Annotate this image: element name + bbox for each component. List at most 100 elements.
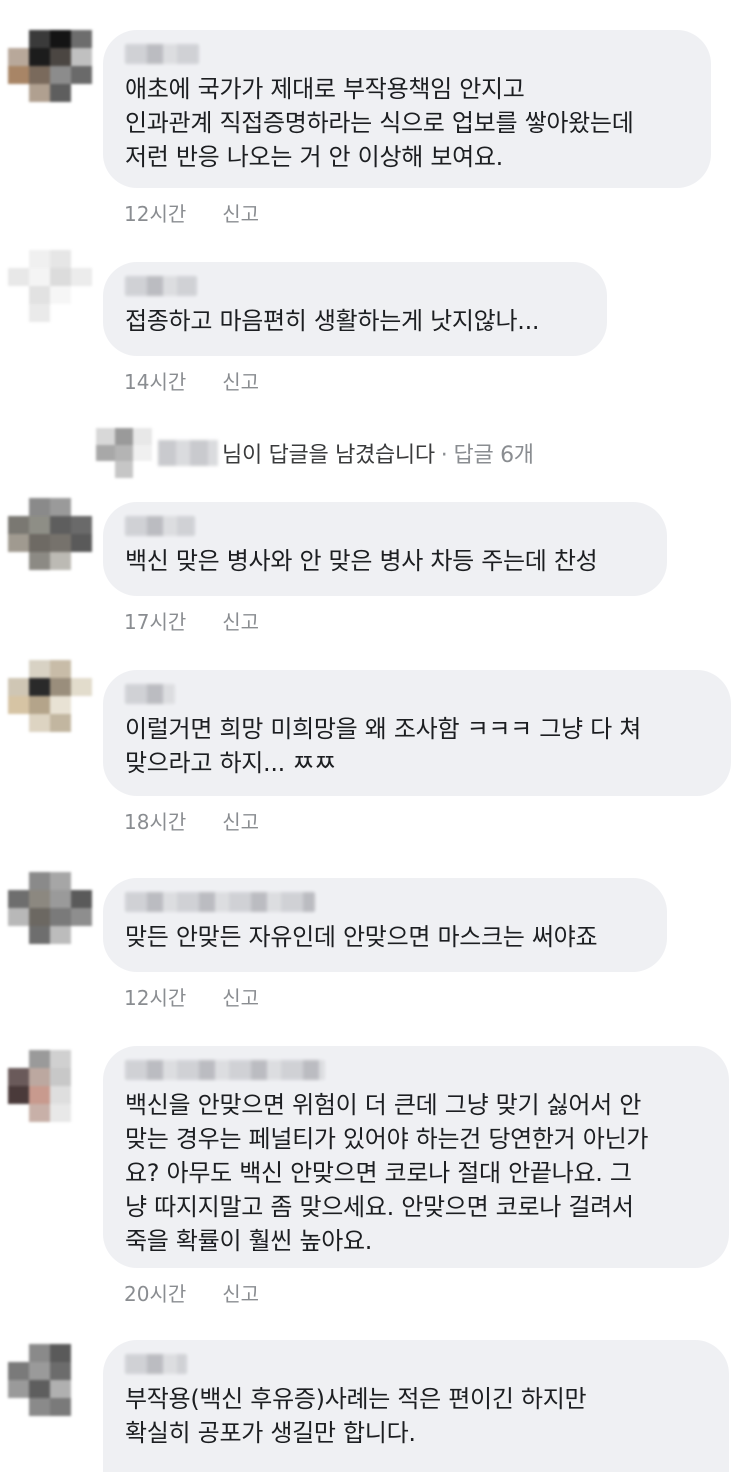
avatar-pixel	[29, 696, 50, 714]
avatar-pixel	[8, 1362, 29, 1380]
avatar-pixel	[29, 1380, 50, 1398]
avatar-pixel	[29, 66, 50, 84]
avatar-pixel	[8, 1068, 29, 1086]
avatar-pixel	[114, 428, 134, 445]
avatar-pixel	[133, 461, 152, 478]
avatar[interactable]	[8, 660, 92, 732]
avatar[interactable]	[8, 1344, 92, 1416]
avatar-pixel	[71, 286, 92, 304]
avatar-pixel	[50, 304, 71, 322]
avatar-pixel	[71, 908, 92, 926]
comment-time: 14시간	[124, 370, 187, 394]
reply-count[interactable]: 답글 6개	[454, 443, 535, 468]
avatar-pixel	[71, 250, 92, 268]
avatar-pixel	[8, 30, 29, 48]
avatar-pixel	[29, 1104, 50, 1122]
avatar-pixel	[8, 660, 29, 678]
avatar-pixel	[133, 428, 152, 445]
comment-time: 12시간	[124, 986, 187, 1010]
report-link[interactable]: 신고	[222, 982, 259, 1011]
avatar-pixel	[96, 461, 115, 478]
avatar-pixel	[71, 84, 92, 102]
avatar-pixel	[71, 1050, 92, 1068]
avatar-pixel	[50, 1068, 71, 1086]
avatar-pixel	[8, 1380, 29, 1398]
avatar-pixel	[8, 926, 29, 944]
avatar[interactable]	[8, 1050, 92, 1122]
avatar-pixel	[50, 1344, 71, 1362]
avatar-pixel	[8, 872, 29, 890]
comment-bubble: 백신 맞은 병사와 안 맞은 병사 차등 주는데 찬성	[103, 502, 667, 596]
avatar-pixel	[29, 1362, 50, 1380]
avatar-pixel	[71, 66, 92, 84]
commenter-name-blurred[interactable]	[125, 892, 315, 912]
avatar-pixel	[8, 534, 29, 552]
avatar-pixel	[50, 714, 71, 732]
avatar-pixel	[50, 268, 71, 286]
avatar[interactable]	[8, 250, 92, 322]
avatar-pixel	[50, 1398, 71, 1416]
avatar-pixel	[71, 872, 92, 890]
report-link[interactable]: 신고	[222, 366, 259, 395]
comment-text: 접종하고 마음편히 생활하는게 낫지않나...	[125, 307, 540, 335]
avatar-pixel	[96, 428, 115, 445]
avatar-pixel	[50, 908, 71, 926]
commenter-name-blurred[interactable]	[125, 516, 195, 536]
separator: ·	[440, 443, 448, 468]
avatar-pixel	[8, 286, 29, 304]
report-link[interactable]: 신고	[222, 806, 259, 835]
reply-summary-text[interactable]: 님이 답글을 남겼습니다 · 답글 6개	[222, 437, 534, 469]
avatar-pixel	[29, 286, 50, 304]
avatar-pixel	[50, 696, 71, 714]
comment-time: 18시간	[124, 810, 187, 834]
avatar-pixel	[8, 908, 29, 926]
reply-avatar	[96, 428, 152, 478]
comment-bubble: 접종하고 마음편히 생활하는게 낫지않나...	[103, 262, 607, 356]
avatar-pixel	[50, 1086, 71, 1104]
avatar-pixel	[29, 1344, 50, 1362]
avatar[interactable]	[8, 30, 92, 102]
avatar-pixel	[8, 678, 29, 696]
comment-meta: 18시간 신고	[124, 806, 259, 835]
avatar-pixel	[8, 1344, 29, 1362]
avatar[interactable]	[8, 872, 92, 944]
comment-text: 맞든 안맞든 자유인데 안맞으면 마스크는 써야죠	[125, 923, 598, 951]
avatar-pixel	[29, 250, 50, 268]
avatar-pixel	[114, 444, 134, 462]
avatar-pixel	[50, 286, 71, 304]
comment-text: 이럴거면 희망 미희망을 왜 조사함 ㅋㅋㅋ 그냥 다 쳐 맞으라고 하지...…	[125, 715, 642, 777]
avatar-pixel	[71, 48, 92, 66]
commenter-name-blurred[interactable]	[125, 1060, 325, 1080]
reply-summary-label: 님이 답글을 남겼습니다	[222, 443, 435, 468]
reply-summary[interactable]: 님이 답글을 남겼습니다 · 답글 6개	[96, 428, 534, 478]
avatar-pixel	[8, 1104, 29, 1122]
report-link[interactable]: 신고	[222, 606, 259, 635]
avatar-pixel	[29, 1050, 50, 1068]
avatar-pixel	[8, 48, 29, 66]
avatar-pixel	[50, 890, 71, 908]
avatar-pixel	[50, 1050, 71, 1068]
avatar-pixel	[29, 890, 50, 908]
avatar-pixel	[71, 534, 92, 552]
avatar-pixel	[29, 498, 50, 516]
comment-bubble: 맞든 안맞든 자유인데 안맞으면 마스크는 써야죠	[103, 878, 667, 972]
avatar-pixel	[8, 498, 29, 516]
avatar-pixel	[29, 678, 50, 696]
avatar-pixel	[50, 498, 71, 516]
commenter-name-blurred[interactable]	[125, 1354, 187, 1374]
comment-meta: 12시간 신고	[124, 982, 259, 1011]
avatar-pixel	[29, 1068, 50, 1086]
avatar[interactable]	[8, 498, 92, 570]
avatar-pixel	[8, 268, 29, 286]
avatar-pixel	[71, 1104, 92, 1122]
avatar-pixel	[71, 714, 92, 732]
comment-bubble: 이럴거면 희망 미희망을 왜 조사함 ㅋㅋㅋ 그냥 다 쳐 맞으라고 하지...…	[103, 670, 731, 796]
commenter-name-blurred[interactable]	[125, 276, 197, 296]
comment-text: 백신을 안맞으면 위험이 더 큰데 그냥 맞기 싫어서 안 맞는 경우는 페널티…	[125, 1091, 649, 1255]
avatar-pixel	[71, 1086, 92, 1104]
commenter-name-blurred[interactable]	[125, 684, 175, 704]
report-link[interactable]: 신고	[222, 1278, 259, 1307]
commenter-name-blurred[interactable]	[125, 44, 199, 64]
avatar-pixel	[71, 1362, 92, 1380]
report-link[interactable]: 신고	[222, 198, 259, 227]
